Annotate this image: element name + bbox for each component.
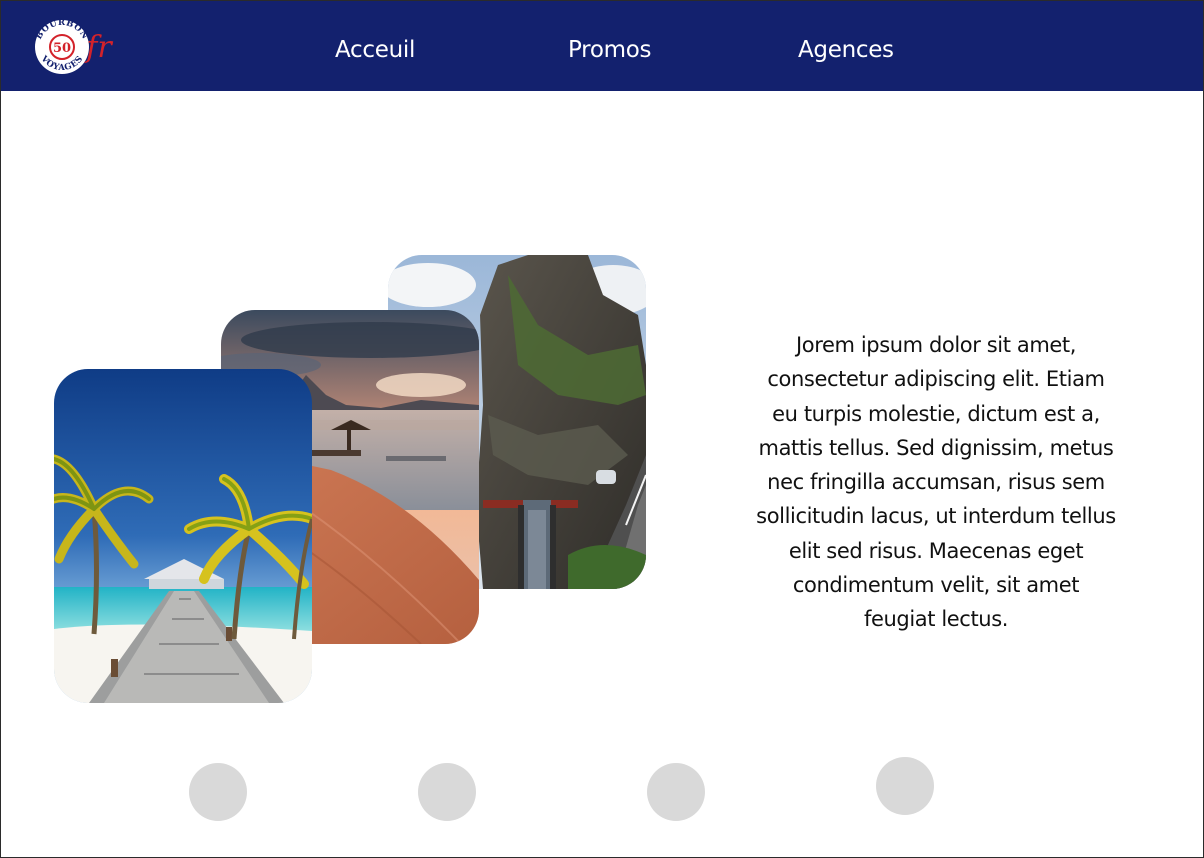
nav-acceuil[interactable]: Acceuil bbox=[335, 39, 415, 62]
svg-text:fr: fr bbox=[84, 30, 113, 65]
carousel-dot-3[interactable] bbox=[647, 763, 705, 821]
carousel-dot-2[interactable] bbox=[418, 763, 476, 821]
page-frame: BOURBON VOYAGES 50 fr Acceuil Promos Age… bbox=[0, 0, 1204, 858]
bourbon-voyages-logo[interactable]: BOURBON VOYAGES 50 fr bbox=[31, 15, 117, 79]
nav-agences[interactable]: Agences bbox=[798, 39, 894, 62]
palm-dock-photo[interactable] bbox=[54, 369, 312, 703]
carousel-dot-4[interactable] bbox=[876, 757, 934, 815]
header-bar: BOURBON VOYAGES 50 fr Acceuil Promos Age… bbox=[1, 1, 1203, 91]
description-paragraph: Jorem ipsum dolor sit amet, consectetur … bbox=[756, 333, 1116, 632]
nav-promos[interactable]: Promos bbox=[568, 39, 651, 62]
carousel-dot-1[interactable] bbox=[189, 763, 247, 821]
svg-text:50: 50 bbox=[53, 41, 71, 56]
